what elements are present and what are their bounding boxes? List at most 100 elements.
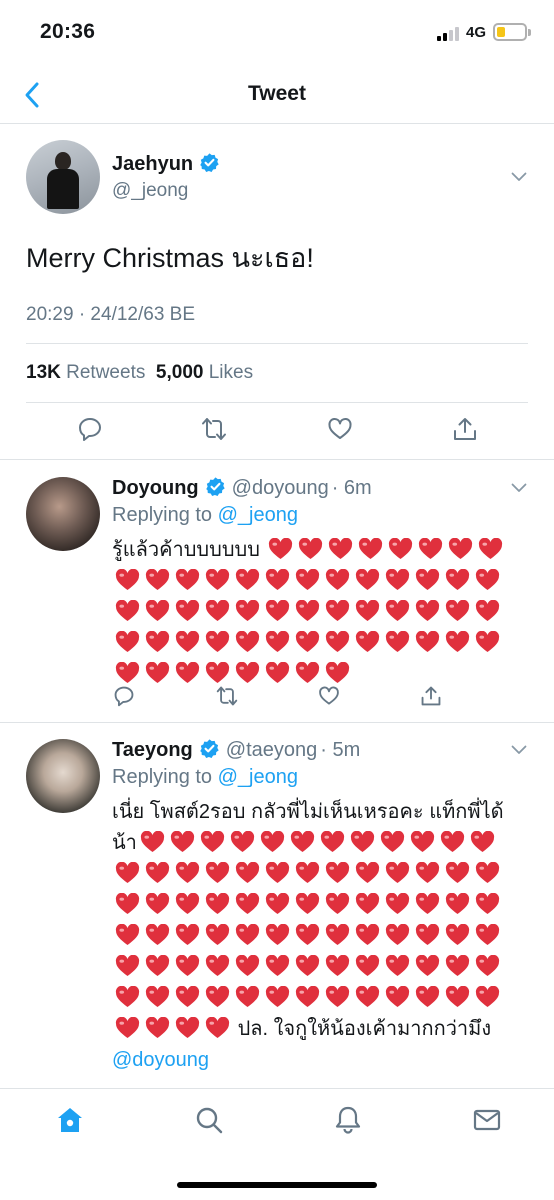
heart-emoji: [265, 924, 290, 946]
heart-emoji: [325, 569, 350, 591]
heart-emoji: [355, 955, 380, 977]
heart-emoji: [175, 662, 200, 684]
share-icon[interactable]: [452, 416, 478, 442]
replying-to: Replying to @_jeong: [112, 504, 298, 527]
heart-emoji: [325, 986, 350, 1008]
likes-label[interactable]: Likes: [209, 362, 253, 383]
battery-tip: [528, 29, 531, 36]
heart-emoji: [295, 600, 320, 622]
heart-emoji: [355, 986, 380, 1008]
heart-emoji: [325, 662, 350, 684]
replying-to: Replying to @_jeong: [112, 766, 298, 789]
heart-emoji: [475, 862, 500, 884]
network-label: 4G: [466, 24, 487, 41]
heart-emoji: [265, 600, 290, 622]
heart-emoji: [235, 862, 260, 884]
home-icon[interactable]: [55, 1105, 85, 1135]
heart-emoji: [145, 662, 170, 684]
heart-emoji: [265, 631, 290, 653]
reply-author-handle[interactable]: @doyoung: [232, 477, 329, 499]
reply-author-handle[interactable]: @taeyong: [226, 739, 317, 761]
reply-text-content: ปล. ใจกูให้น้องเค้ามากกว่ามึง: [237, 1018, 492, 1040]
heart-emoji: [265, 662, 290, 684]
heart-emoji: [295, 924, 320, 946]
heart-emoji: [265, 893, 290, 915]
heart-emoji: [359, 538, 383, 560]
reply-icon[interactable]: [113, 685, 135, 707]
chevron-down-icon[interactable]: [511, 745, 527, 755]
reply-header: Taeyong @taeyong · 5m: [112, 738, 360, 762]
reply-icon[interactable]: [77, 416, 103, 442]
replying-to-mention[interactable]: @_jeong: [218, 766, 298, 788]
like-icon[interactable]: [327, 416, 353, 442]
reply-author-name[interactable]: Doyoung: [112, 477, 199, 499]
heart-emoji: [175, 631, 200, 653]
like-icon[interactable]: [318, 685, 340, 707]
replying-to-prefix: Replying to: [112, 766, 213, 788]
verified-icon: [199, 739, 219, 759]
heart-emoji: [295, 986, 320, 1008]
heart-emoji: [475, 600, 500, 622]
heart-emoji: [200, 831, 225, 853]
chevron-down-icon[interactable]: [511, 483, 527, 493]
avatar[interactable]: [26, 739, 100, 813]
heart-emoji: [175, 600, 200, 622]
heart-emoji: [355, 924, 380, 946]
retweet-icon[interactable]: [216, 685, 238, 707]
heart-emoji: [175, 569, 200, 591]
retweets-label[interactable]: Retweets: [66, 362, 145, 383]
heart-emoji: [115, 631, 140, 653]
heart-emoji: [115, 924, 140, 946]
heart-emoji: [299, 538, 323, 560]
likes-count[interactable]: 5,000: [156, 362, 204, 383]
reply-text: รู้แล้วค้าบบบบบบ: [112, 535, 518, 690]
heart-emoji: [470, 831, 495, 853]
heart-emoji: [415, 600, 440, 622]
avatar[interactable]: [26, 140, 100, 214]
heart-emoji: [295, 662, 320, 684]
heart-emoji: [385, 631, 410, 653]
retweets-count[interactable]: 13K: [26, 362, 61, 383]
heart-emoji: [295, 631, 320, 653]
search-icon[interactable]: [194, 1105, 224, 1135]
reply-tweet[interactable]: Taeyong @taeyong · 5m Replying to @_jeong …: [0, 723, 554, 1088]
heart-emoji: [290, 831, 315, 853]
mention-link[interactable]: @doyoung: [112, 1049, 209, 1071]
reply-header: Doyoung @doyoung · 6m: [112, 476, 372, 500]
heart-emoji: [145, 986, 170, 1008]
avatar[interactable]: [26, 477, 100, 551]
author-name[interactable]: Jaehyun: [112, 152, 220, 176]
heart-emoji: [269, 538, 293, 560]
heart-emoji: [175, 924, 200, 946]
reply-time: · 5m: [320, 739, 361, 761]
tweet-text: Merry Christmas นะเธอ!: [26, 243, 314, 273]
battery-icon: [493, 23, 527, 41]
heart-emoji: [325, 893, 350, 915]
heart-emoji: [175, 893, 200, 915]
heart-emoji: [385, 924, 410, 946]
heart-emoji: [355, 569, 380, 591]
messages-icon[interactable]: [472, 1105, 502, 1135]
heart-emoji: [175, 955, 200, 977]
heart-emoji: [329, 538, 353, 560]
heart-emoji: [145, 955, 170, 977]
replying-to-mention[interactable]: @_jeong: [218, 504, 298, 526]
heart-emoji: [445, 569, 470, 591]
reply-author-name[interactable]: Taeyong: [112, 739, 193, 761]
heart-emoji: [325, 631, 350, 653]
heart-emoji: [145, 893, 170, 915]
divider: [26, 402, 528, 403]
reply-tweet[interactable]: Doyoung @doyoung · 6m Replying to @_jeong …: [0, 461, 554, 723]
heart-emoji: [205, 862, 230, 884]
notifications-icon[interactable]: [333, 1105, 363, 1135]
signal-icon: [437, 27, 463, 41]
heart-emoji: [445, 924, 470, 946]
heart-emoji: [235, 955, 260, 977]
heart-emoji: [175, 862, 200, 884]
heart-emoji: [475, 955, 500, 977]
heart-emoji: [475, 631, 500, 653]
share-icon[interactable]: [420, 685, 442, 707]
retweet-icon[interactable]: [201, 416, 227, 442]
chevron-down-icon[interactable]: [511, 172, 527, 182]
author-handle[interactable]: @_jeong: [112, 180, 188, 202]
